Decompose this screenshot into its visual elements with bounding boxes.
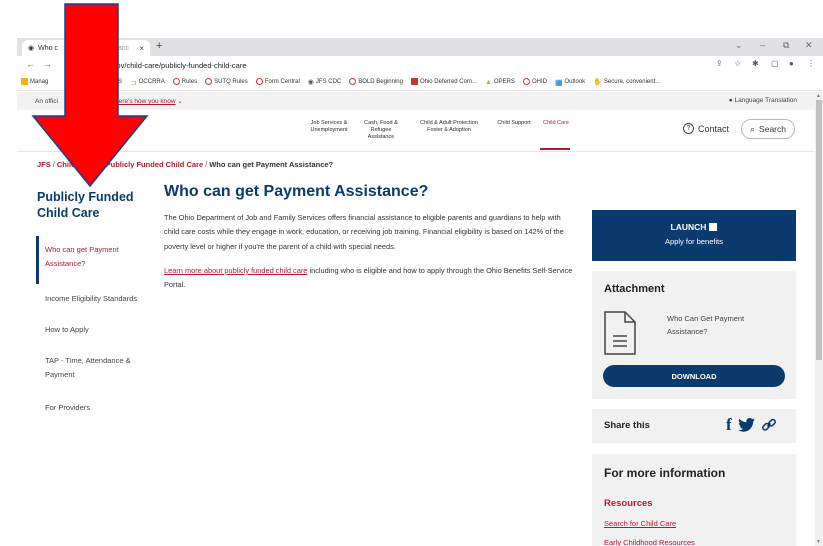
star-icon[interactable]: ☆ xyxy=(734,59,741,68)
restore-icon[interactable]: ⧉ xyxy=(783,40,789,51)
sidepanel-icon[interactable]: ▢ xyxy=(771,59,779,68)
active-nav-indicator xyxy=(540,148,570,150)
launch-apply-button[interactable]: LAUNCH Apply for benefits xyxy=(592,210,796,261)
learn-more-paragraph: Learn more about publicly funded child c… xyxy=(164,266,573,290)
sidebar-item-income-eligibility[interactable]: Income Eligibility Standards xyxy=(45,292,155,306)
globe-icon: ● xyxy=(728,97,733,104)
menu-icon[interactable]: ⋮ xyxy=(807,59,815,68)
sidebar-item-how-to-apply[interactable]: How to Apply xyxy=(45,323,155,337)
bookmark-label: Form Central xyxy=(264,79,300,85)
chevron-down-icon[interactable]: ⌄ xyxy=(735,40,743,51)
bookmark-item[interactable]: ✋ Secure, convenient... xyxy=(593,78,660,86)
page-title: Who can get Payment Assistance? xyxy=(164,183,429,200)
bookmark-item[interactable]: ▲ OPERS xyxy=(485,79,515,86)
nav-child-adult-protection[interactable]: Child & Adult Protection Foster & Adopti… xyxy=(414,120,484,134)
bookmark-item[interactable]: BOLD Beginning xyxy=(349,77,403,87)
bookmark-label: Secure, convenient... xyxy=(603,79,661,85)
bookmark-item[interactable]: OHID xyxy=(522,77,547,87)
sidebar-item-for-providers[interactable]: For Providers xyxy=(45,401,155,415)
extensions-icon[interactable]: ✱ xyxy=(752,59,759,68)
profile-icon[interactable]: ● xyxy=(789,59,794,68)
bookmark-label: JFS CDC xyxy=(315,79,342,85)
square-icon xyxy=(410,77,418,87)
hand-icon: ✋ xyxy=(593,79,602,86)
language-translation[interactable]: ● Language Translation xyxy=(729,97,797,104)
circle-icon xyxy=(349,77,357,87)
sidebar-item-tap[interactable]: TAP - Time, Attendance & Payment xyxy=(45,354,145,383)
chevron-down-icon: ⌄ xyxy=(177,98,183,105)
bookmark-item[interactable]: SUTQ Rules xyxy=(205,77,248,87)
resource-link-early-childhood[interactable]: Early Childhood Resources xyxy=(604,538,695,546)
more-info-title: For more information xyxy=(604,466,726,480)
attachment-title: Attachment xyxy=(604,283,665,295)
bookmark-label: Outlook xyxy=(564,79,586,85)
share-icons: f xyxy=(726,415,777,435)
nav-cash-food[interactable]: Cash, Food & Refugee Assistance xyxy=(357,120,405,141)
share-title: Share this xyxy=(604,420,650,431)
external-link-icon xyxy=(709,223,718,231)
globe-icon: ◉ xyxy=(307,79,314,86)
sidebar-active-indicator xyxy=(36,236,39,284)
bookmark-label: Rules xyxy=(181,79,198,85)
circle-icon xyxy=(172,77,180,87)
intro-paragraph: The Ohio Department of Job and Family Se… xyxy=(164,213,564,251)
red-arrow-annotation xyxy=(31,3,149,188)
scrollbar-thumb[interactable] xyxy=(816,100,822,360)
bookmark-item[interactable]: Rules xyxy=(172,77,198,87)
nav-child-support[interactable]: Child Support xyxy=(493,120,535,127)
bookmark-label: SUTQ Rules xyxy=(214,79,248,85)
bookmark-label: OHID xyxy=(531,79,547,85)
share-page-icon[interactable]: ⇪ xyxy=(716,59,723,68)
bookmark-label: Ohio Deferred Com... xyxy=(419,79,477,85)
triangle-icon: ▲ xyxy=(484,78,492,86)
learn-more-link[interactable]: Learn more about publicly funded child c… xyxy=(164,266,307,275)
link-icon[interactable] xyxy=(761,417,777,433)
scroll-down-icon[interactable]: ▼ xyxy=(816,539,821,545)
resources-title: Resources xyxy=(604,498,653,509)
circle-icon xyxy=(522,77,530,87)
nav-job-services[interactable]: Job Services & Unemployment xyxy=(305,120,353,134)
grid-icon: ▦ xyxy=(554,77,563,87)
bookmark-item[interactable]: ▦ Outlook xyxy=(555,78,585,87)
download-button[interactable]: DOWNLOAD xyxy=(603,365,785,387)
search-icon: ⌕ xyxy=(750,123,756,134)
sidebar-item-who-can-get-payment[interactable]: Who can get Payment Assistance? xyxy=(45,243,140,272)
bookmark-item[interactable]: ◉ JFS CDC xyxy=(308,78,341,86)
bookmark-item[interactable]: Ohio Deferred Com... xyxy=(410,77,477,87)
document-icon xyxy=(604,311,636,355)
minimize-icon[interactable]: – xyxy=(760,40,765,50)
bookmark-label: BOLD Beginning xyxy=(358,79,403,85)
close-window-icon[interactable]: ✕ xyxy=(805,40,813,51)
circle-icon xyxy=(255,77,263,87)
resource-link-search-child-care[interactable]: Search for Child Care xyxy=(604,519,676,528)
contact-link[interactable]: ? Contact xyxy=(683,123,729,134)
circle-icon xyxy=(205,77,213,87)
facebook-icon[interactable]: f xyxy=(726,415,732,435)
help-icon: ? xyxy=(683,123,694,134)
attachment-name[interactable]: Who Can Get Payment Assistance? xyxy=(667,313,777,339)
search-button[interactable]: ⌕ Search xyxy=(741,119,795,139)
breadcrumb-current: Who can get Payment Assistance? xyxy=(209,160,334,169)
twitter-icon[interactable] xyxy=(737,418,755,432)
folder-icon xyxy=(21,77,28,87)
nav-child-care[interactable]: Child Care xyxy=(539,120,573,127)
bookmark-label: OPERS xyxy=(493,79,515,85)
scroll-up-icon[interactable]: ▲ xyxy=(816,93,821,99)
bookmark-item[interactable]: Form Central xyxy=(255,77,300,87)
sidebar-title: Publicly Funded Child Care xyxy=(37,190,134,220)
